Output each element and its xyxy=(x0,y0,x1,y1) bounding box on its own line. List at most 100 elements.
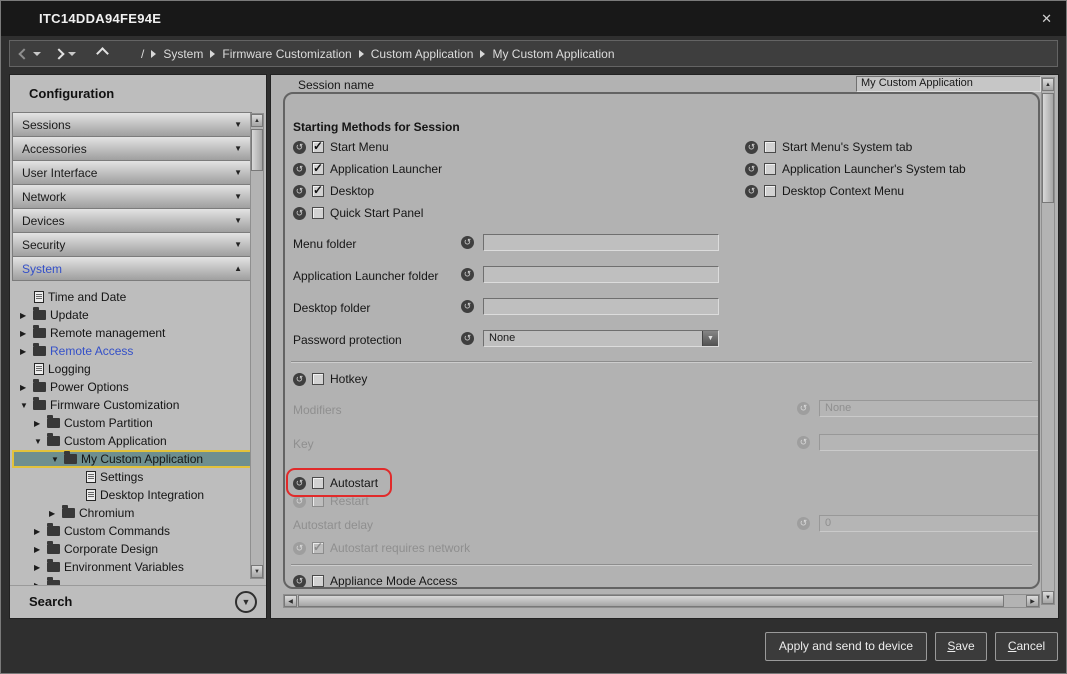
reset-button[interactable] xyxy=(293,542,306,555)
reset-button[interactable] xyxy=(461,268,474,281)
reset-button[interactable] xyxy=(293,495,306,508)
tree-item-logging[interactable]: Logging xyxy=(12,360,252,378)
cancel-button[interactable]: Cancel xyxy=(995,632,1058,661)
section-divider xyxy=(291,361,1032,362)
main-horizontal-scrollbar[interactable] xyxy=(283,594,1040,608)
reset-button[interactable] xyxy=(745,163,758,176)
expander-icon[interactable] xyxy=(34,527,47,536)
reset-button[interactable] xyxy=(293,163,306,176)
expander-icon[interactable] xyxy=(34,437,47,446)
reset-button[interactable] xyxy=(745,141,758,154)
expander-icon[interactable] xyxy=(49,509,62,518)
tree-item-custom-application[interactable]: Custom Application xyxy=(12,432,252,450)
tree-item-firmware-customization[interactable]: Firmware Customization xyxy=(12,396,252,414)
tree-item-power-options[interactable]: Power Options xyxy=(12,378,252,396)
section-devices[interactable]: Devices xyxy=(12,208,252,233)
desktop-folder-input[interactable] xyxy=(483,298,719,315)
reset-button[interactable] xyxy=(293,575,306,588)
forward-button[interactable] xyxy=(55,50,76,58)
reset-button[interactable] xyxy=(293,477,306,490)
apply-and-send-button[interactable]: Apply and send to device xyxy=(765,632,927,661)
start-menu-row: Start Menu xyxy=(293,140,389,154)
reset-button[interactable] xyxy=(797,402,810,415)
scroll-down-button[interactable] xyxy=(251,565,263,578)
tree-item-custom-commands[interactable]: Custom Commands xyxy=(12,522,252,540)
start-menu-system-tab-checkbox[interactable] xyxy=(764,141,776,153)
menu-folder-input[interactable] xyxy=(483,234,719,251)
quick-start-panel-checkbox[interactable] xyxy=(312,207,324,219)
password-protection-select[interactable]: None xyxy=(483,330,719,347)
reset-button[interactable] xyxy=(797,436,810,449)
dropdown-arrow-button[interactable] xyxy=(702,331,718,346)
section-accessories[interactable]: Accessories xyxy=(12,136,252,161)
save-button[interactable]: Save xyxy=(935,632,987,661)
session-name-input[interactable]: My Custom Application xyxy=(856,76,1041,92)
application-launcher-folder-input[interactable] xyxy=(483,266,719,283)
reset-button[interactable] xyxy=(461,300,474,313)
expander-icon[interactable] xyxy=(20,347,33,356)
section-network[interactable]: Network xyxy=(12,184,252,209)
scroll-left-button[interactable] xyxy=(284,595,297,607)
tree-item-time-and-date[interactable]: Time and Date xyxy=(12,288,252,306)
application-launcher-system-tab-checkbox[interactable] xyxy=(764,163,776,175)
tree-item-update[interactable]: Update xyxy=(12,306,252,324)
back-button[interactable] xyxy=(20,50,41,58)
section-security[interactable]: Security xyxy=(12,232,252,257)
tree-item-desktop-integration[interactable]: Desktop Integration xyxy=(12,486,252,504)
section-sessions[interactable]: Sessions xyxy=(12,112,252,137)
expander-icon[interactable] xyxy=(51,455,64,464)
close-icon[interactable]: ✕ xyxy=(1041,11,1052,27)
breadcrumb-item-system[interactable]: System xyxy=(163,47,203,61)
hotkey-checkbox[interactable] xyxy=(312,373,324,385)
sidebar: Configuration Sessions Accessories User … xyxy=(9,74,267,619)
expander-icon[interactable] xyxy=(20,383,33,392)
tree-item-environment-variables[interactable]: Environment Variables xyxy=(12,558,252,576)
chevron-down-icon xyxy=(234,144,242,153)
scroll-down-button[interactable] xyxy=(1042,591,1054,604)
reset-button[interactable] xyxy=(293,185,306,198)
desktop-checkbox[interactable] xyxy=(312,185,324,197)
application-launcher-checkbox[interactable] xyxy=(312,163,324,175)
expander-icon[interactable] xyxy=(20,311,33,320)
scroll-right-button[interactable] xyxy=(1026,595,1039,607)
scroll-up-button[interactable] xyxy=(1042,78,1054,91)
tree-item-remote-management[interactable]: Remote management xyxy=(12,324,252,342)
breadcrumb-root[interactable]: / xyxy=(141,47,144,61)
start-menu-checkbox[interactable] xyxy=(312,141,324,153)
sidebar-scrollbar[interactable] xyxy=(250,113,264,579)
expander-icon[interactable] xyxy=(20,401,33,410)
reset-button[interactable] xyxy=(797,517,810,530)
scrollbar-thumb[interactable] xyxy=(251,129,263,171)
reset-button[interactable] xyxy=(293,373,306,386)
breadcrumb-item-custom-application[interactable]: Custom Application xyxy=(371,47,474,61)
expander-icon[interactable] xyxy=(34,545,47,554)
main-vertical-scrollbar[interactable] xyxy=(1041,77,1055,605)
autostart-checkbox[interactable] xyxy=(312,477,324,489)
desktop-context-menu-checkbox[interactable] xyxy=(764,185,776,197)
appliance-mode-access-checkbox[interactable] xyxy=(312,575,324,587)
tree-item-chromium[interactable]: Chromium xyxy=(12,504,252,522)
tree-item-my-custom-application[interactable]: My Custom Application xyxy=(12,450,252,468)
checkbox-label: Restart xyxy=(330,494,369,508)
reset-button[interactable] xyxy=(293,141,306,154)
expander-icon[interactable] xyxy=(20,329,33,338)
expander-icon[interactable] xyxy=(34,563,47,572)
search-expand-button[interactable] xyxy=(235,591,257,613)
section-user-interface[interactable]: User Interface xyxy=(12,160,252,185)
reset-button[interactable] xyxy=(461,236,474,249)
breadcrumb-item-firmware-customization[interactable]: Firmware Customization xyxy=(222,47,351,61)
reset-button[interactable] xyxy=(745,185,758,198)
tree-item-remote-access[interactable]: Remote Access xyxy=(12,342,252,360)
scrollbar-thumb[interactable] xyxy=(1042,93,1054,203)
scrollbar-thumb[interactable] xyxy=(298,595,1004,607)
reset-button[interactable] xyxy=(461,332,474,345)
section-system[interactable]: System xyxy=(12,256,252,281)
up-button[interactable] xyxy=(98,49,107,58)
tree-item-custom-partition[interactable]: Custom Partition xyxy=(12,414,252,432)
reset-button[interactable] xyxy=(293,207,306,220)
breadcrumb-item-my-custom-application[interactable]: My Custom Application xyxy=(492,47,614,61)
tree-item-settings[interactable]: Settings xyxy=(12,468,252,486)
tree-item-corporate-design[interactable]: Corporate Design xyxy=(12,540,252,558)
scroll-up-button[interactable] xyxy=(251,114,263,127)
expander-icon[interactable] xyxy=(34,419,47,428)
